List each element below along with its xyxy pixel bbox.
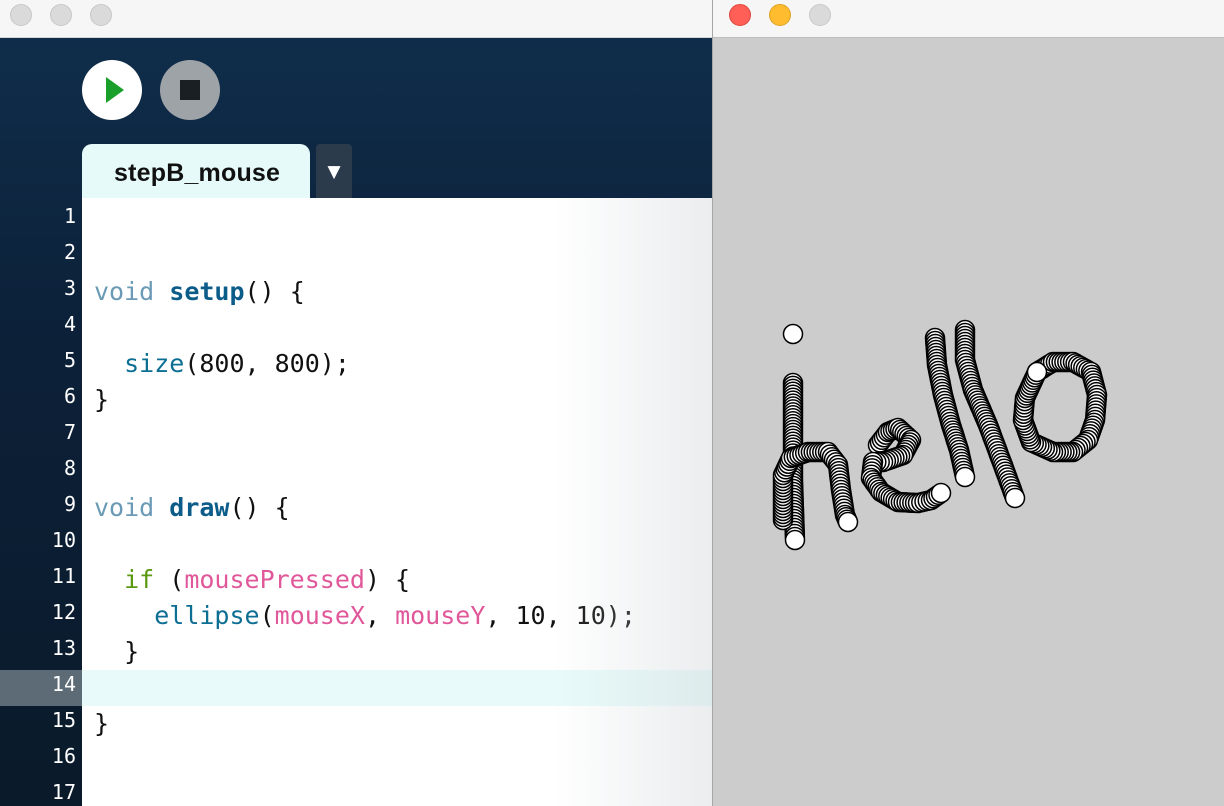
line-number: 7 — [63, 420, 76, 444]
keyword: void — [94, 277, 155, 306]
current-line-highlight — [82, 670, 712, 706]
code-text: } — [94, 709, 110, 738]
line-number: 9 — [63, 492, 76, 516]
ellipse-mark — [930, 482, 952, 504]
line-number: 15 — [51, 708, 76, 732]
function-call: size — [124, 349, 185, 378]
code-editor[interactable]: void setup() { size(800, 800); } void dr… — [82, 198, 712, 806]
tab-label: stepB_mouse — [114, 159, 281, 187]
line-number: 13 — [51, 636, 76, 660]
code-text: , — [364, 601, 396, 630]
ellipse-mark — [782, 323, 804, 345]
code-text: () { — [229, 493, 290, 522]
close-window-button[interactable] — [10, 4, 32, 26]
line-number: 14 — [51, 672, 76, 696]
variable: mouseY — [395, 601, 486, 630]
line-number: 10 — [51, 528, 76, 552]
code-line-3: void setup() { — [94, 274, 305, 310]
ide-window: stepB_mouse ▼ 1 2 3 4 5 6 7 8 9 10 11 12 13 14 15 16 17 … — [0, 0, 712, 806]
ellipse-mark — [1004, 487, 1026, 509]
code-text: ( — [154, 565, 185, 594]
variable: mousePressed — [184, 565, 365, 594]
keyword: void — [94, 493, 155, 522]
code-line-6: } — [94, 382, 109, 418]
zoom-window-button[interactable] — [809, 4, 831, 26]
minimize-window-button[interactable] — [769, 4, 791, 26]
code-text: } — [94, 385, 110, 414]
line-number: 6 — [63, 384, 76, 408]
ide-titlebar — [0, 0, 712, 38]
chevron-down-icon: ▼ — [327, 162, 341, 182]
variable: mouseX — [274, 601, 365, 630]
sketch-titlebar — [713, 0, 1224, 38]
code-line-12: ellipse(mouseX, mouseY, 10, 10); — [94, 598, 636, 634]
code-line-11: if (mousePressed) { — [94, 562, 410, 598]
line-number: 16 — [51, 744, 76, 768]
close-window-button[interactable] — [729, 4, 751, 26]
ellipse-mark — [784, 529, 806, 551]
line-number: 4 — [63, 312, 76, 336]
code-text: ) { — [364, 565, 411, 594]
keyword: if — [124, 565, 155, 594]
editor-shadow — [552, 198, 712, 806]
code-line-9: void draw() { — [94, 490, 290, 526]
code-text: (800, 800); — [184, 349, 350, 378]
ellipse-mark — [1026, 361, 1048, 383]
minimize-window-button[interactable] — [50, 4, 72, 26]
ellipse-mark — [954, 466, 976, 488]
tab-stepB-mouse[interactable]: stepB_mouse — [82, 144, 310, 198]
line-number: 12 — [51, 600, 76, 624]
ide-body: stepB_mouse ▼ 1 2 3 4 5 6 7 8 9 10 11 12 13 14 15 16 17 … — [0, 38, 712, 806]
function-name: draw — [169, 493, 230, 522]
stop-button[interactable] — [160, 60, 220, 120]
line-number: 17 — [51, 780, 76, 804]
code-text: () { — [244, 277, 305, 306]
code-line-15: } — [94, 706, 109, 742]
code-text: } — [124, 637, 140, 666]
line-number: 11 — [51, 564, 76, 588]
function-call: ellipse — [154, 601, 260, 630]
sketch-canvas[interactable] — [713, 38, 1224, 806]
code-text: , 10, 10); — [485, 601, 636, 630]
line-number: 1 — [63, 204, 76, 228]
code-line-5: size(800, 800); — [94, 346, 350, 382]
tab-menu-button[interactable]: ▼ — [316, 144, 352, 198]
line-number: 2 — [63, 240, 76, 264]
line-number: 3 — [63, 276, 76, 300]
run-button[interactable] — [82, 60, 142, 120]
code-line-13: } — [94, 634, 139, 670]
line-number: 8 — [63, 456, 76, 480]
stop-icon — [180, 80, 200, 100]
play-icon — [106, 77, 124, 103]
ellipse-mark — [837, 511, 859, 533]
code-text: ( — [259, 601, 275, 630]
sketch-window — [712, 0, 1224, 806]
line-number: 5 — [63, 348, 76, 372]
function-name: setup — [169, 277, 245, 306]
zoom-window-button[interactable] — [90, 4, 112, 26]
